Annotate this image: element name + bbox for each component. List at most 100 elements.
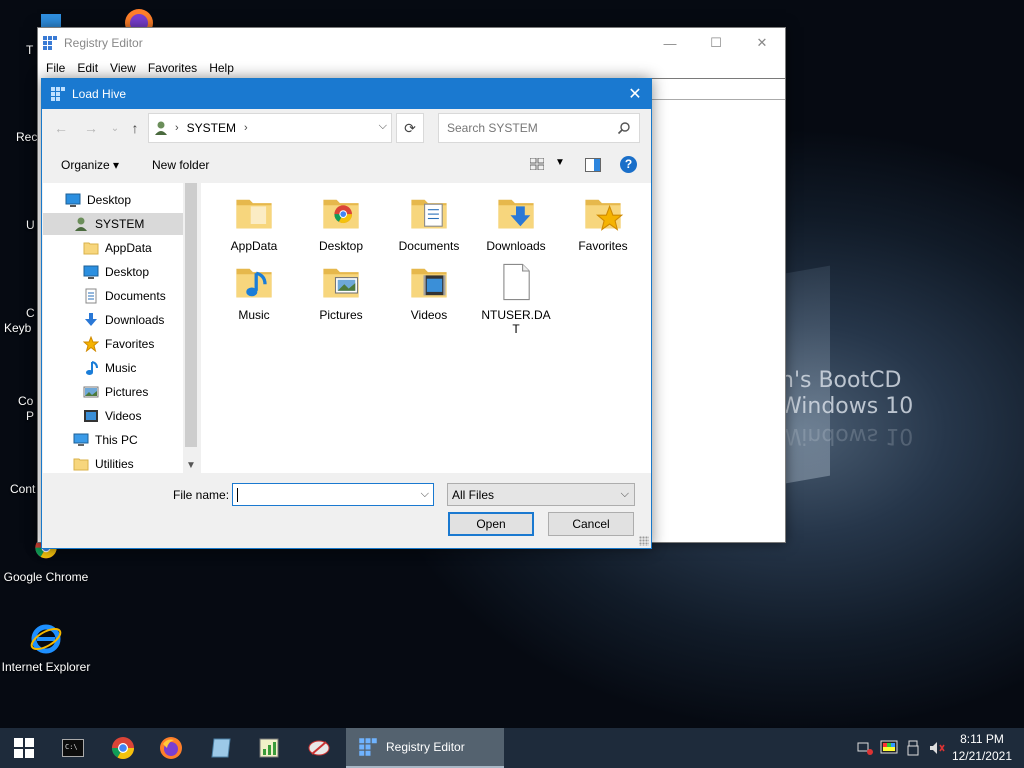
back-button[interactable]: ← [50, 117, 72, 139]
chevron-down-icon[interactable]: ⌵ [421, 488, 429, 501]
nav-item-label: Pictures [105, 385, 149, 399]
taskbar-app-5[interactable] [246, 728, 292, 768]
nav-item-pictures[interactable]: Pictures [83, 381, 148, 403]
menu-favorites[interactable]: Favorites [142, 61, 203, 75]
text-caret [237, 488, 238, 502]
nav-item-desktop[interactable]: Desktop [83, 261, 149, 283]
desktop-icon-label: Co [18, 394, 34, 408]
menu-view[interactable]: View [104, 61, 142, 75]
downloads-icon [83, 312, 105, 328]
close-button[interactable]: ✕ [739, 28, 785, 58]
nav-item-videos[interactable]: Videos [83, 405, 141, 427]
file-item-ntuser-da-t[interactable]: NTUSER.DA T [473, 260, 559, 336]
desktop-icon-label-2: P [26, 409, 35, 423]
forward-button[interactable]: → [80, 117, 102, 139]
registry-title: Registry Editor [64, 36, 143, 50]
nav-item-this-pc[interactable]: This PC [73, 429, 138, 451]
file-icon [473, 260, 559, 304]
nav-item-appdata[interactable]: AppData [83, 237, 152, 259]
up-button[interactable]: ↑ [124, 117, 146, 139]
registry-titlebar[interactable]: Registry Editor — ☐ ✕ [38, 28, 785, 58]
network-icon[interactable] [856, 740, 874, 756]
start-button[interactable] [0, 728, 48, 768]
address-bar[interactable]: › SYSTEM › ⌵ [148, 113, 392, 143]
taskbar-app-6[interactable] [296, 728, 342, 768]
new-folder-button[interactable]: New folder [152, 158, 209, 172]
folder-videos-icon [386, 260, 472, 304]
nav-item-label: Favorites [105, 337, 155, 351]
registry-address-bar[interactable] [648, 78, 785, 100]
recent-locations-button[interactable]: ⌄ [104, 117, 126, 139]
file-name-label: File name: [173, 488, 230, 502]
dialog-close-button[interactable]: ✕ [619, 79, 651, 109]
refresh-button[interactable]: ⟳ [396, 113, 424, 143]
search-input[interactable]: Search SYSTEM [438, 113, 640, 143]
nav-item-utilities[interactable]: Utilities [73, 453, 134, 473]
volume-muted-icon[interactable] [928, 740, 946, 756]
taskbar-registry-editor[interactable]: Registry Editor [346, 728, 504, 768]
notepad-chart-icon [259, 738, 279, 758]
resize-grip[interactable] [639, 536, 649, 546]
chevron-down-icon: ⌵ [620, 488, 629, 500]
breadcrumb-system[interactable]: SYSTEM [187, 121, 236, 135]
firefox-desktop-icon[interactable] [122, 6, 156, 37]
registry-app-icon [359, 738, 377, 756]
file-name-input[interactable]: ⌵ [232, 483, 434, 506]
file-item-videos[interactable]: Videos [386, 260, 472, 322]
wallpaper-line-2: Windows 10 [780, 394, 914, 419]
search-placeholder: Search SYSTEM [447, 121, 538, 135]
view-options-icon[interactable] [530, 158, 544, 170]
dialog-titlebar[interactable]: Load Hive ✕ [42, 79, 651, 109]
nav-item-downloads[interactable]: Downloads [83, 309, 164, 331]
file-item-desktop[interactable]: Desktop [298, 191, 384, 253]
desktop-icon-internet-explorer[interactable]: Internet Explorer [0, 622, 94, 674]
usb-icon[interactable] [906, 740, 920, 756]
taskbar-app-4[interactable] [198, 728, 244, 768]
clock-date: 12/21/2021 [951, 749, 1012, 763]
breadcrumb-trailing-chevron[interactable]: › [244, 122, 248, 134]
nav-item-system[interactable]: SYSTEM [43, 213, 183, 235]
file-item-appdata[interactable]: AppData [211, 191, 297, 253]
scroll-down-arrow[interactable]: ▼ [186, 460, 196, 471]
preview-pane-icon[interactable] [585, 158, 601, 172]
registry-menubar: File Edit View Favorites Help [38, 58, 785, 78]
menu-file[interactable]: File [40, 61, 71, 75]
file-item-pictures[interactable]: Pictures [298, 260, 384, 322]
menu-edit[interactable]: Edit [71, 61, 104, 75]
nav-item-favorites[interactable]: Favorites [83, 333, 154, 355]
navigation-scrollbar[interactable]: ▼ [183, 183, 199, 473]
nav-item-music[interactable]: Music [83, 357, 136, 379]
load-hive-dialog: Load Hive ✕ ← → ⌄ ↑ › SYSTEM › ⌵ ⟳ Searc… [41, 78, 652, 549]
clock[interactable]: 8:11 PM 12/21/2021 [952, 731, 1012, 765]
star-icon [83, 336, 105, 352]
nav-item-documents[interactable]: Documents [83, 285, 166, 307]
maximize-button[interactable]: ☐ [693, 28, 739, 58]
display-icon[interactable] [880, 740, 898, 756]
menu-help[interactable]: Help [203, 61, 240, 75]
help-icon[interactable]: ? [620, 156, 637, 173]
folder-icon [73, 456, 95, 472]
chevron-down-icon[interactable]: ⌵ [379, 120, 387, 133]
organize-button[interactable]: Organize ▾ [61, 158, 119, 172]
desktop-icon-label: Internet Explorer [1, 660, 91, 674]
cancel-button[interactable]: Cancel [548, 512, 634, 536]
open-button[interactable]: Open [448, 512, 534, 536]
nav-item-label: Videos [105, 409, 142, 423]
taskbar-firefox[interactable] [148, 728, 194, 768]
chrome-icon [112, 737, 134, 759]
file-item-music[interactable]: Music [211, 260, 297, 322]
search-icon [617, 122, 630, 135]
nav-item-label: Downloads [105, 313, 165, 327]
taskbar-cmd[interactable]: C:\ [50, 728, 96, 768]
nav-item-desktop[interactable]: Desktop [65, 189, 131, 211]
file-item-downloads[interactable]: Downloads [473, 191, 559, 253]
scrollbar-thumb[interactable] [185, 183, 197, 447]
taskbar-chrome[interactable] [100, 728, 146, 768]
view-dropdown-icon[interactable]: ▼ [555, 157, 565, 168]
file-item-documents[interactable]: Documents [386, 191, 472, 253]
minimize-button[interactable]: — [647, 28, 693, 58]
nav-item-label: Documents [105, 289, 166, 303]
file-type-select[interactable]: All Files ⌵ [447, 483, 635, 506]
file-item-favorites[interactable]: Favorites [560, 191, 646, 253]
documents-icon [83, 288, 105, 304]
